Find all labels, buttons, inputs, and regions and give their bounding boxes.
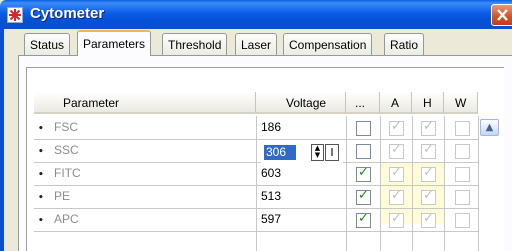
header-voltage[interactable]: Voltage — [256, 92, 346, 114]
row-indicator: • — [38, 216, 44, 226]
header-width[interactable]: W — [444, 92, 478, 114]
parameter-name: APC — [54, 212, 79, 226]
tab-parameters-label: Parameters — [83, 37, 146, 51]
close-icon — [497, 9, 508, 21]
header-area[interactable]: A — [380, 92, 412, 114]
voltage-value[interactable]: 603 — [261, 163, 281, 183]
width-checkbox[interactable] — [455, 190, 470, 205]
voltage-value[interactable]: 597 — [261, 209, 281, 229]
area-checkbox[interactable]: ✓ — [389, 142, 404, 159]
log-checkbox[interactable]: ✓ — [356, 165, 371, 182]
header-parameter-label: Parameter — [63, 96, 120, 110]
title-bar: Cytometer — [0, 0, 512, 29]
header-voltage-label: Voltage — [286, 96, 327, 110]
height-checkbox[interactable]: ✓ — [421, 119, 436, 136]
log-checkbox[interactable]: ✓ — [356, 188, 371, 205]
row-indicator: • — [38, 124, 44, 134]
log-checkbox[interactable]: ✓ — [356, 211, 371, 228]
parameter-name: SSC — [54, 143, 79, 157]
tab-threshold[interactable]: Threshold — [162, 33, 228, 55]
tab-threshold-label: Threshold — [168, 38, 222, 52]
tab-ratio-label: Ratio — [390, 38, 419, 52]
tab-ratio[interactable]: Ratio — [384, 33, 425, 55]
parameter-name: FITC — [54, 166, 81, 180]
voltage-editor[interactable]: 306 ▲ ▼ I — [261, 143, 343, 163]
area-checkbox[interactable]: ✓ — [389, 119, 404, 136]
voltage-value[interactable]: 186 — [261, 117, 281, 137]
header-height-label: H — [423, 96, 432, 110]
height-checkbox[interactable]: ✓ — [421, 211, 436, 228]
parameter-name: FSC — [54, 120, 78, 134]
width-checkbox[interactable] — [455, 144, 470, 159]
tab-laser-label: Laser — [241, 38, 272, 52]
cytometer-app-icon — [7, 7, 23, 23]
height-checkbox[interactable]: ✓ — [421, 188, 436, 205]
close-button[interactable] — [491, 4, 512, 26]
height-checkbox[interactable]: ✓ — [421, 165, 436, 182]
header-log-label: ... — [355, 96, 366, 110]
row-indicator: • — [38, 193, 44, 203]
tab-laser[interactable]: Laser — [235, 33, 278, 55]
width-checkbox[interactable] — [455, 167, 470, 182]
text-cursor-icon: I — [325, 144, 339, 161]
row-indicator: • — [38, 147, 44, 157]
area-checkbox[interactable]: ✓ — [389, 188, 404, 205]
tab-status[interactable]: Status — [24, 33, 71, 55]
header-height[interactable]: H — [412, 92, 444, 114]
voltage-spinner[interactable]: ▲ ▼ — [311, 144, 324, 161]
header-width-label: W — [455, 96, 467, 110]
parameter-name: PE — [54, 189, 71, 203]
window-title: Cytometer — [30, 5, 105, 22]
scroll-up-button[interactable]: ▲ — [480, 119, 499, 136]
width-checkbox[interactable] — [455, 213, 470, 228]
log-checkbox[interactable] — [356, 121, 371, 136]
row-indicator: • — [38, 170, 44, 180]
scroll-up-icon: ▲ — [485, 122, 494, 133]
header-parameter[interactable]: Parameter — [34, 92, 256, 114]
log-checkbox[interactable] — [356, 144, 371, 159]
row-divider — [34, 231, 479, 232]
area-checkbox[interactable]: ✓ — [389, 211, 404, 228]
header-log[interactable]: ... — [346, 92, 380, 114]
tab-compensation-label: Compensation — [289, 38, 367, 52]
width-checkbox[interactable] — [455, 121, 470, 136]
header-area-label: A — [391, 96, 400, 110]
voltage-input[interactable]: 306 — [264, 145, 296, 160]
tab-compensation[interactable]: Compensation — [283, 33, 373, 55]
voltage-value[interactable]: 513 — [261, 186, 281, 206]
height-checkbox[interactable]: ✓ — [421, 142, 436, 159]
area-checkbox[interactable]: ✓ — [389, 165, 404, 182]
tab-status-label: Status — [30, 38, 65, 52]
tab-parameters[interactable]: Parameters — [77, 30, 152, 56]
